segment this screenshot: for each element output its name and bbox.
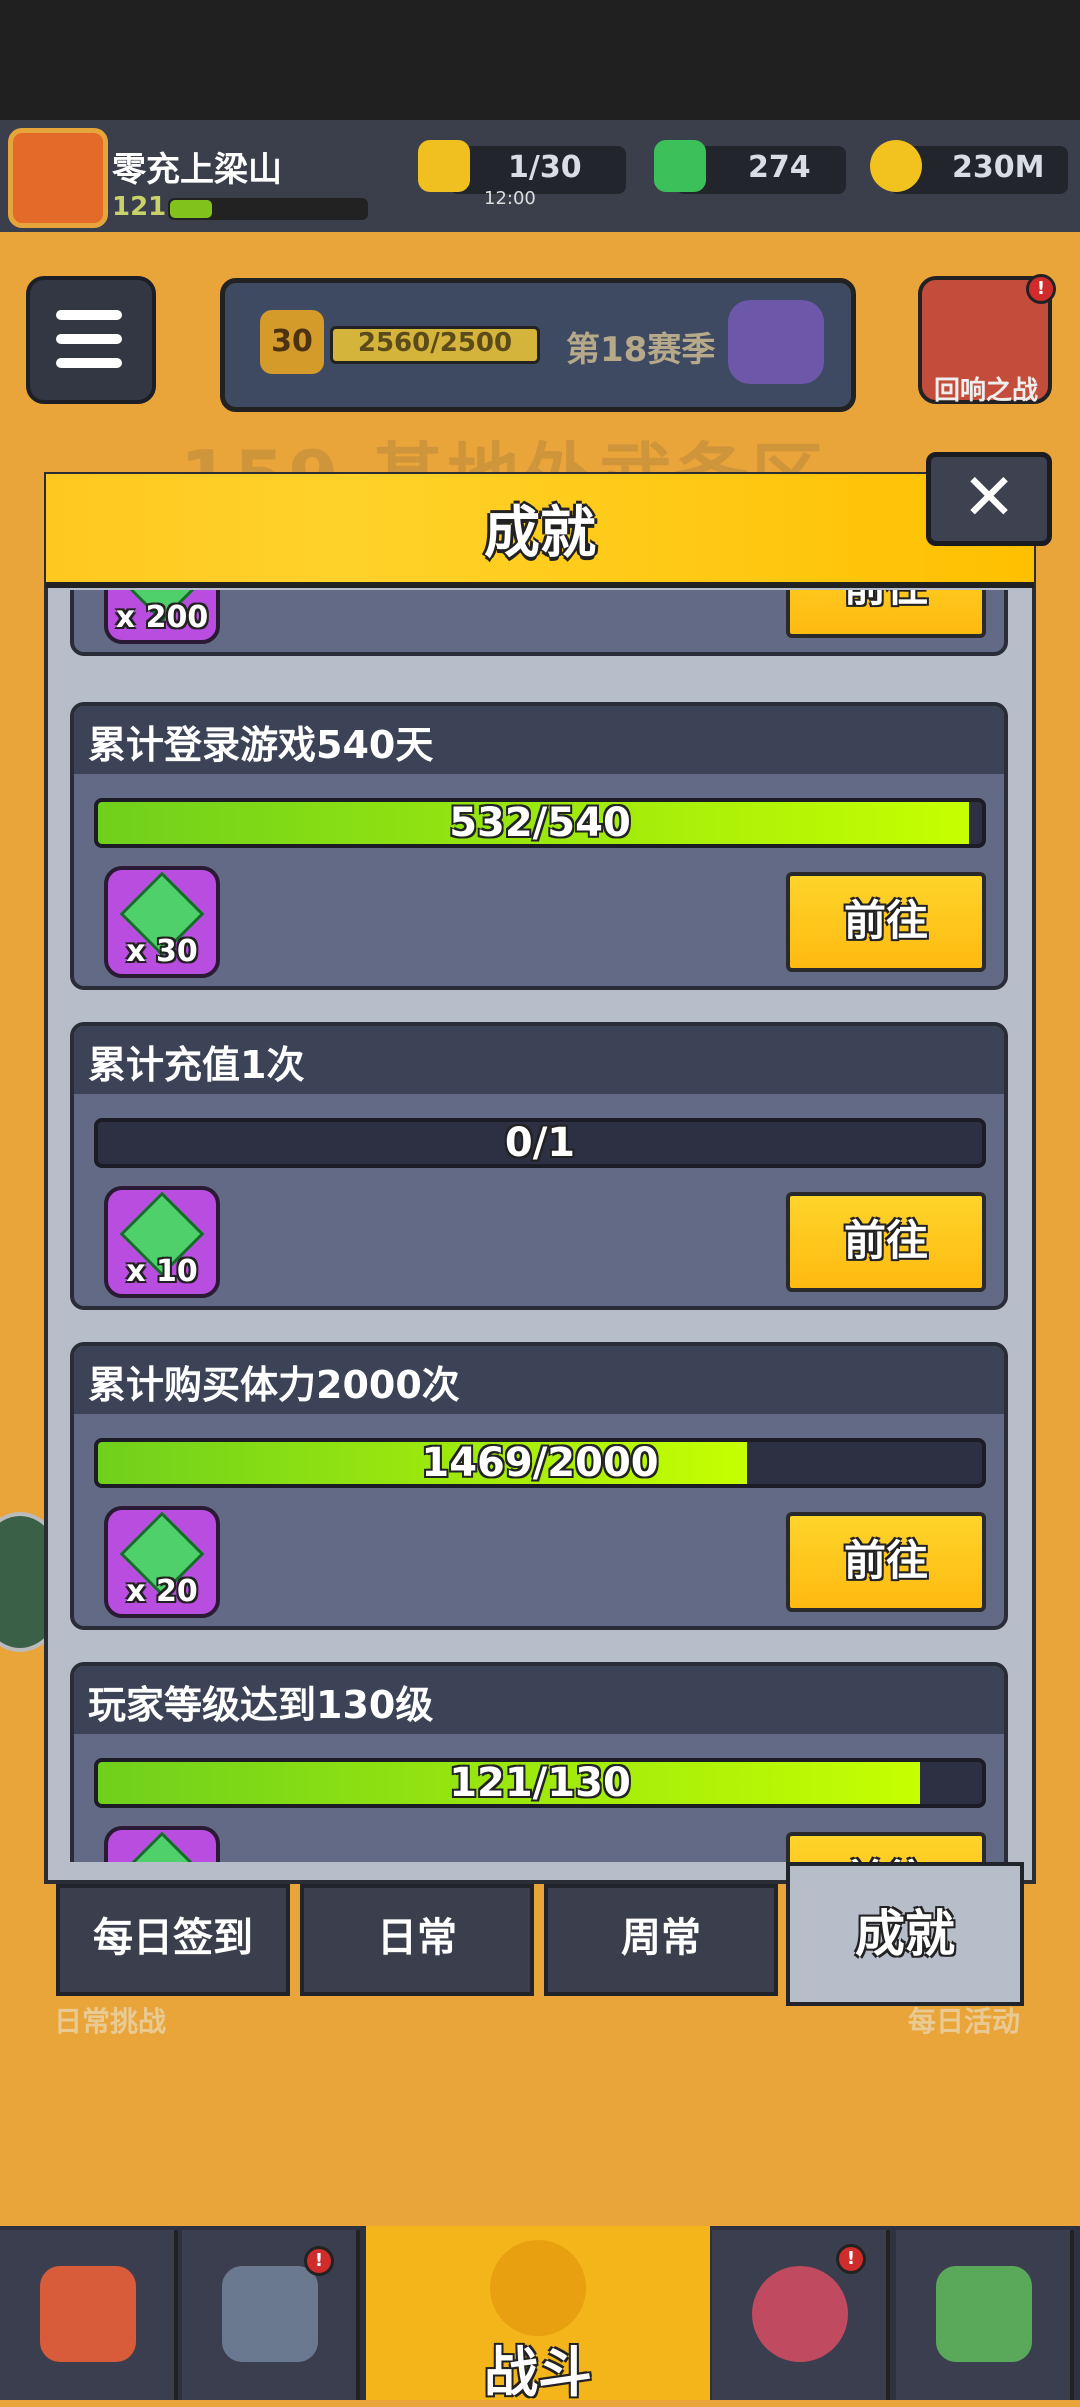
arena-label: 回响之战	[933, 376, 1038, 406]
reward-count: x 20	[126, 1574, 198, 1609]
nav-talent[interactable]: !	[712, 2230, 890, 2400]
player-avatar[interactable]	[8, 128, 108, 228]
achievement-card: 累计购买体力2000次 1469/2000 x 20 前往	[70, 1342, 1008, 1630]
energy-value: 1/30	[508, 150, 582, 185]
reward-item: x 200	[104, 590, 220, 644]
go-button[interactable]: 前往	[786, 1192, 986, 1292]
achievement-title: 累计登录游戏540天	[88, 723, 434, 767]
progress-text: 532/540	[449, 800, 631, 846]
achievement-title: 累计充值1次	[88, 1043, 305, 1087]
player-xp-fill	[170, 200, 212, 218]
reward-item: x 10	[104, 1186, 220, 1298]
reward-count: x 30	[126, 934, 198, 969]
shop-icon	[40, 2266, 136, 2362]
modal-title: 成就	[484, 501, 596, 566]
tab-daily[interactable]: 日常	[300, 1884, 534, 1996]
close-button[interactable]: ✕	[926, 452, 1052, 546]
reward-item	[104, 1826, 220, 1862]
battle-icon	[490, 2240, 586, 2336]
progress-text: 121/130	[449, 1760, 631, 1806]
go-button[interactable]: 前往	[786, 1832, 986, 1862]
reward-item: x 20	[104, 1506, 220, 1618]
season-rank-icon	[728, 300, 824, 384]
reward-count: x 200	[115, 600, 209, 635]
progress-bar: 0/1	[94, 1118, 986, 1168]
player-level: 121	[112, 192, 167, 222]
achievement-list[interactable]: x 200 前往 累计登录游戏540天 532/540 x 30 前往 累计充值…	[60, 590, 1020, 1862]
achievement-card: 累计登录游戏540天 532/540 x 30 前往	[70, 702, 1008, 990]
energy-timer: 12:00	[484, 188, 536, 209]
gold-value: 230M	[952, 150, 1045, 185]
go-button[interactable]: 前往	[786, 872, 986, 972]
season-level-badge: 30	[260, 310, 324, 374]
progress-bar: 532/540	[94, 798, 986, 848]
season-name: 第18赛季	[566, 330, 716, 370]
menu-icon-line	[56, 334, 122, 344]
battle-label: 战斗	[484, 2341, 592, 2404]
talent-alert-icon: !	[836, 2244, 866, 2274]
gem-value: 274	[748, 150, 811, 185]
equipment-alert-icon: !	[304, 2246, 334, 2276]
daily-event-label: 每日活动	[908, 2005, 1021, 2038]
armor-icon	[222, 2266, 318, 2362]
gold-plus-icon[interactable]	[870, 140, 922, 192]
achievement-card: 玩家等级达到130级 121/130 前往	[70, 1662, 1008, 1862]
reward-count: x 10	[126, 1254, 198, 1289]
progress-bar: 1469/2000	[94, 1438, 986, 1488]
status-bar	[0, 0, 1080, 120]
gem-plus-icon[interactable]	[654, 140, 706, 192]
player-name: 零充上梁山	[112, 150, 282, 190]
tab-weekly[interactable]: 周常	[544, 1884, 778, 1996]
dna-icon	[936, 2266, 1032, 2362]
progress-bar: 121/130	[94, 1758, 986, 1808]
tab-achievements[interactable]: 成就	[786, 1862, 1024, 2006]
menu-icon-line	[56, 358, 122, 368]
go-button[interactable]: 前往	[786, 1512, 986, 1612]
tab-daily-signin[interactable]: 每日签到	[56, 1884, 290, 1996]
progress-text: 0/1	[504, 1120, 576, 1166]
progress-text: 1469/2000	[421, 1440, 659, 1486]
season-progress-text: 2560/2500	[357, 328, 513, 358]
achievement-card: 累计充值1次 0/1 x 10 前往	[70, 1022, 1008, 1310]
daily-challenge-label: 日常挑战	[54, 2005, 167, 2038]
achievement-title: 累计购买体力2000次	[88, 1363, 460, 1407]
nav-shop[interactable]	[0, 2230, 178, 2400]
achievement-card-partial: x 200 前往	[70, 590, 1008, 656]
gem-icon	[119, 1831, 205, 1862]
go-button[interactable]: 前往	[786, 590, 986, 638]
talent-icon	[752, 2266, 848, 2362]
nav-evolve[interactable]	[896, 2230, 1074, 2400]
achievement-title: 玩家等级达到130级	[88, 1683, 434, 1727]
arena-alert-icon: !	[1026, 274, 1056, 304]
menu-icon	[56, 310, 122, 320]
reward-item: x 30	[104, 866, 220, 978]
nav-equipment[interactable]: !	[182, 2230, 360, 2400]
energy-icon[interactable]	[418, 140, 470, 192]
